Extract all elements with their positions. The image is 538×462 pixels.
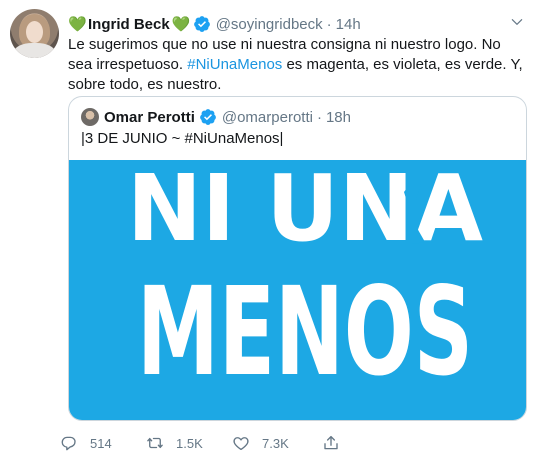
quoted-timestamp: 18h — [325, 108, 351, 126]
tweet-text: Le sugerimos que no use ni nuestra consi… — [68, 35, 524, 95]
tweet[interactable]: 💚 Ingrid Beck 💚 @soyingridbeck · 14h Le … — [0, 0, 538, 462]
quoted-handle: @omarperotti — [221, 108, 313, 126]
hashtag-link[interactable]: #NiUnaMenos — [187, 56, 282, 73]
separator-dot: · — [326, 15, 332, 33]
reply-count: 514 — [90, 435, 112, 451]
quoted-display-name: Omar Perotti — [104, 108, 195, 126]
quoted-avatar — [81, 108, 99, 126]
ni-una-menos-logo: NI UNA MENOS — [127, 160, 483, 403]
avatar-face — [26, 21, 43, 43]
quoted-header: Omar Perotti @omarperotti · 18h — [104, 105, 351, 129]
quoted-tweet[interactable]: Omar Perotti @omarperotti · 18h |3 DE JU… — [68, 96, 527, 421]
retweet-button[interactable]: 1.5K — [146, 432, 203, 454]
quoted-text: |3 DE JUNIO ~ #NiUnaMenos| — [81, 130, 284, 147]
chevron-down-icon[interactable] — [510, 15, 524, 29]
like-button[interactable]: 7.3K — [232, 432, 289, 454]
logo-line-2: MENOS — [137, 261, 473, 403]
retweet-count: 1.5K — [176, 435, 203, 451]
green-heart-icon: 💚 — [171, 15, 191, 33]
like-count: 7.3K — [262, 435, 289, 451]
display-name[interactable]: Ingrid Beck — [88, 16, 170, 33]
verified-badge-icon — [193, 16, 210, 32]
quoted-media-image[interactable]: NI UNA MENOS — [69, 160, 526, 420]
logo-line-1: NI UNA — [127, 160, 483, 262]
share-icon — [324, 435, 338, 450]
tweet-actions: 514 1.5K 7.3K — [60, 432, 360, 454]
green-heart-icon: 💚 — [68, 15, 87, 33]
verified-badge-icon — [199, 109, 216, 125]
avatar-shirt — [14, 43, 55, 58]
reply-button[interactable]: 514 — [60, 432, 112, 454]
separator-dot: · — [316, 108, 322, 126]
heart-outline-icon — [233, 437, 249, 451]
timestamp[interactable]: 14h — [336, 16, 361, 33]
handle[interactable]: @soyingridbeck — [216, 16, 323, 33]
retweet-icon — [147, 437, 163, 449]
share-button[interactable] — [322, 432, 352, 454]
tweet-header: 💚 Ingrid Beck 💚 @soyingridbeck · 14h — [68, 14, 361, 34]
reply-icon — [61, 436, 76, 451]
avatar[interactable] — [10, 9, 59, 58]
